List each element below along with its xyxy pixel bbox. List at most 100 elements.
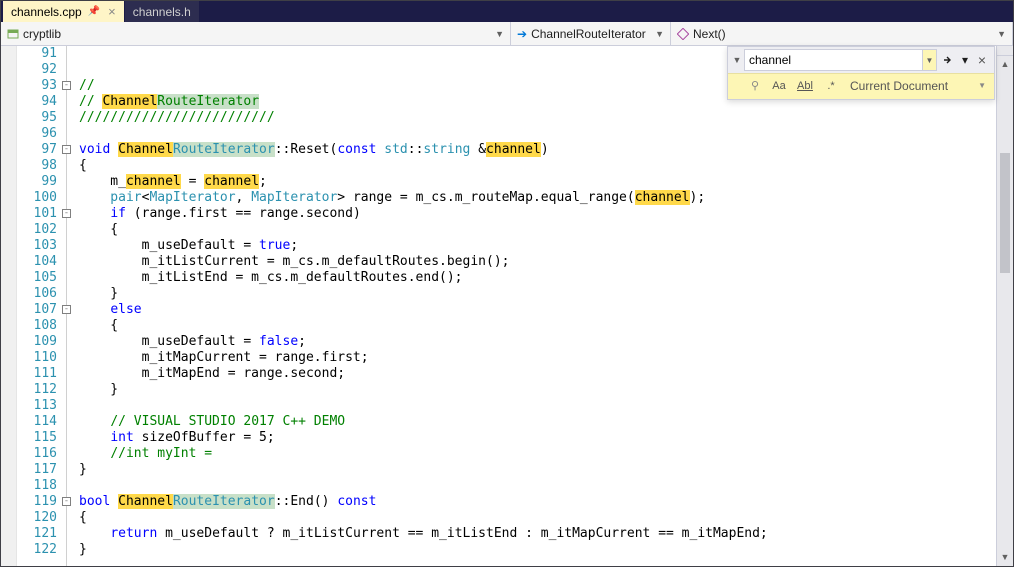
find-previous-icon[interactable]: ▾ [959,49,971,71]
code-line[interactable]: m_useDefault = false; [79,334,996,350]
line-number: 94 [17,94,57,110]
code-line[interactable]: // VISUAL STUDIO 2017 C++ DEMO [79,414,996,430]
line-number: 120 [17,510,57,526]
line-number: 104 [17,254,57,270]
find-history-dropdown[interactable]: ▼ [923,49,937,71]
expand-replace-icon[interactable]: ▼ [730,55,744,65]
tab-label: channels.cpp [11,5,82,19]
code-line[interactable]: } [79,542,996,558]
tab-label: channels.h [133,5,191,19]
fold-toggle-icon[interactable]: - [62,81,71,90]
line-number: 109 [17,334,57,350]
line-number: 111 [17,366,57,382]
find-scope-label: Current Document [850,79,948,93]
line-number: 110 [17,350,57,366]
find-input[interactable] [744,49,923,71]
close-find-icon[interactable]: × [972,49,992,71]
scroll-up-icon[interactable]: ▲ [997,56,1013,73]
match-case-option[interactable]: Aa [768,76,790,96]
vertical-scrollbar[interactable]: ▲ ▼ [996,46,1013,566]
pin-icon[interactable]: 📌 [88,6,100,17]
line-number: 99 [17,174,57,190]
code-line[interactable]: m_itListEnd = m_cs.m_defaultRoutes.end()… [79,270,996,286]
code-line[interactable] [79,478,996,494]
breakpoint-margin[interactable] [1,46,17,566]
fold-toggle-icon[interactable]: - [62,145,71,154]
fold-toggle-icon[interactable]: - [62,497,71,506]
line-number: 115 [17,430,57,446]
member-dropdown[interactable]: Next() ▼ [671,22,1013,45]
code-line[interactable]: if (range.first == range.second) [79,206,996,222]
find-scope-dropdown[interactable]: Current Document ▼ [846,76,990,96]
member-name: Next() [693,27,726,41]
chevron-down-icon: ▼ [487,29,504,39]
code-line[interactable]: { [79,158,996,174]
chevron-down-icon: ▼ [978,81,986,90]
line-number: 96 [17,126,57,142]
whole-word-option[interactable]: Abl [794,76,816,96]
outlining-margin[interactable]: - - - - - [61,46,75,566]
line-number: 93 [17,78,57,94]
scrollbar-track[interactable] [997,73,1013,549]
chevron-down-icon: ▼ [989,29,1006,39]
close-icon[interactable]: × [108,4,116,19]
line-number: 98 [17,158,57,174]
find-row-options: ⚲ Aa Abl .* Current Document ▼ [728,73,994,99]
line-number: 112 [17,382,57,398]
code-line[interactable]: //int myInt = [79,446,996,462]
type-dropdown[interactable]: ➔ ChannelRouteIterator ▼ [511,22,671,45]
line-number: 92 [17,62,57,78]
code-line[interactable]: { [79,318,996,334]
line-number: 122 [17,542,57,558]
line-number: 116 [17,446,57,462]
code-line[interactable]: m_channel = channel; [79,174,996,190]
code-line[interactable]: m_itListCurrent = m_cs.m_defaultRoutes.b… [79,254,996,270]
tab-active[interactable]: channels.cpp 📌 × [3,1,125,22]
code-line[interactable]: pair<MapIterator, MapIterator> range = m… [79,190,996,206]
line-number: 118 [17,478,57,494]
code-line[interactable]: int sizeOfBuffer = 5; [79,430,996,446]
code-line[interactable]: ///////////////////////// [79,110,996,126]
pin-find-icon[interactable]: ⚲ [746,79,764,92]
navigation-bar: cryptlib ▼ ➔ ChannelRouteIterator ▼ Next… [1,22,1013,46]
tab-other[interactable]: channels.h [125,1,200,22]
scrollbar-thumb[interactable] [1000,153,1010,273]
line-number: 105 [17,270,57,286]
find-next-icon[interactable] [938,49,958,71]
code-line[interactable]: } [79,462,996,478]
code-line[interactable]: m_useDefault = true; [79,238,996,254]
line-number: 113 [17,398,57,414]
regex-option[interactable]: .* [820,76,842,96]
editor: 9192939495969798991001011021031041051061… [1,46,1013,566]
code-line[interactable] [79,398,996,414]
line-number: 121 [17,526,57,542]
project-name: cryptlib [23,27,61,41]
line-number-gutter: 9192939495969798991001011021031041051061… [17,46,61,566]
method-icon [677,28,689,40]
line-number: 114 [17,414,57,430]
right-arrow-icon: ➔ [517,27,527,41]
project-dropdown[interactable]: cryptlib ▼ [1,22,511,45]
code-line[interactable] [79,126,996,142]
line-number: 102 [17,222,57,238]
code-line[interactable]: { [79,510,996,526]
line-number: 107 [17,302,57,318]
project-icon [7,28,19,40]
code-line[interactable]: m_itMapEnd = range.second; [79,366,996,382]
split-handle-icon[interactable] [997,46,1013,56]
code-line[interactable]: return m_useDefault ? m_itListCurrent ==… [79,526,996,542]
code-line[interactable]: } [79,286,996,302]
line-number: 97 [17,142,57,158]
fold-toggle-icon[interactable]: - [62,209,71,218]
fold-toggle-icon[interactable]: - [62,305,71,314]
code-area[interactable]: //// ChannelRouteIterator///////////////… [75,46,996,566]
code-line[interactable]: void ChannelRouteIterator::Reset(const s… [79,142,996,158]
code-line[interactable]: bool ChannelRouteIterator::End() const [79,494,996,510]
code-line[interactable]: { [79,222,996,238]
scroll-down-icon[interactable]: ▼ [997,549,1013,566]
code-line[interactable]: } [79,382,996,398]
line-number: 103 [17,238,57,254]
chevron-down-icon: ▼ [647,29,664,39]
code-line[interactable]: m_itMapCurrent = range.first; [79,350,996,366]
code-line[interactable]: else [79,302,996,318]
